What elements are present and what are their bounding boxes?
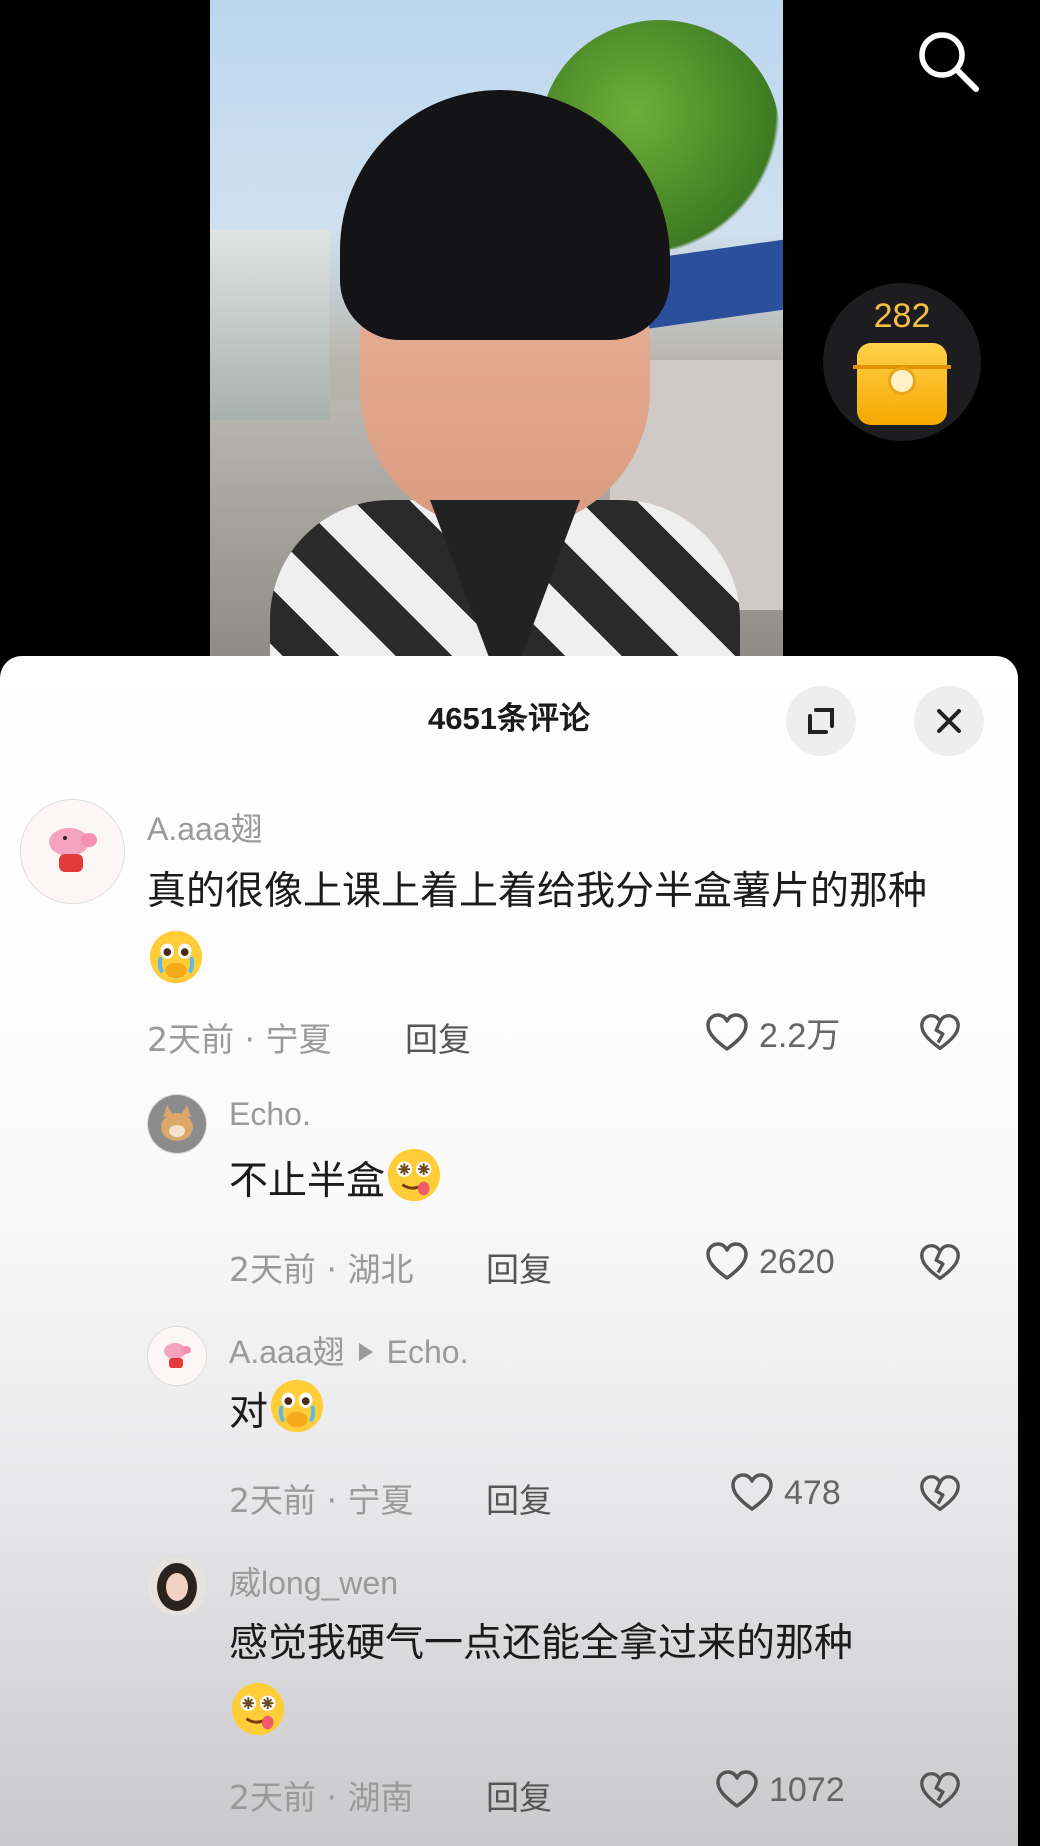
broken-heart-icon[interactable] [917,1471,963,1517]
comment-text: 感觉我硬气一点还能全拿过来的那种 [229,1608,969,1752]
comment-time: 2天前 [229,1778,316,1817]
broken-heart-icon[interactable] [917,1768,963,1814]
crying-emoji [268,1377,326,1435]
heart-icon [728,1469,776,1517]
video-frame[interactable] [210,0,783,656]
like-button[interactable]: 2.2万 [703,1008,840,1057]
reply-button[interactable]: 回复 [486,1771,552,1819]
comment-meta: 2天前 · 湖南 [229,1778,414,1817]
reply-button[interactable]: 回复 [486,1243,552,1291]
comment-username[interactable]: Echo. [229,1096,311,1133]
avatar[interactable] [147,1556,207,1616]
comment-meta: 2天前 · 湖北 [229,1250,414,1289]
comment-text-content: 对 [229,1390,269,1435]
comment-text-content: 感觉我硬气一点还能全拿过来的那种 [229,1621,854,1666]
avatar[interactable] [20,799,125,904]
like-button[interactable]: 2620 [703,1238,835,1286]
comment-location: 湖北 [347,1250,414,1289]
reply-to-username[interactable]: Echo. [387,1334,469,1370]
comment-location: 宁夏 [265,1020,332,1059]
comment-time: 2天前 [229,1250,316,1289]
comment-text-content: 真的很像上课上着上着给我分半盒薯片的那种 [147,869,928,914]
comments-count-title: 4651条评论 [428,701,590,736]
like-count: 2620 [759,1242,835,1281]
comment-username: A.aaa翅 Echo. [229,1327,468,1373]
reply-arrow-icon [358,1343,373,1361]
red-envelope-icon [853,343,951,425]
comment-text-content: 不止半盒 [229,1159,386,1204]
comment-username-text[interactable]: A.aaa翅 [229,1334,345,1370]
like-button[interactable]: 1072 [713,1766,845,1814]
avatar[interactable] [147,1094,207,1154]
search-button[interactable] [912,25,984,97]
coin-reward-widget[interactable]: 282 [823,283,981,441]
crying-emoji [147,928,205,986]
search-icon [919,32,979,92]
close-button[interactable] [914,686,984,756]
heart-icon [713,1766,761,1814]
comments-sheet: 4651条评论 A.aaa翅 真的很像上课上着上着给我分半盒薯片的那种 2天前 … [0,656,1018,1846]
comment-meta: 2天前 · 宁夏 [147,1020,332,1059]
peppa-pig-avatar-icon [148,1327,206,1385]
video-area[interactable]: 282 [0,0,1040,660]
like-count: 478 [784,1473,841,1512]
comment-text: 真的很像上课上着上着给我分半盒薯片的那种 [147,856,967,1000]
reply-button[interactable]: 回复 [405,1013,471,1061]
cat-avatar-icon [148,1095,206,1153]
comment-location: 湖南 [347,1778,414,1817]
comment-location: 宁夏 [347,1481,414,1520]
like-count: 1072 [769,1770,845,1809]
comment-text: 对 [229,1377,969,1449]
reply-button[interactable]: 回复 [486,1474,552,1522]
like-button[interactable]: 478 [728,1469,841,1517]
heart-icon [703,1238,751,1286]
drooling-emoji [229,1680,287,1738]
coin-count: 282 [873,297,931,335]
comment-meta: 2天前 · 宁夏 [229,1481,414,1520]
broken-heart-icon[interactable] [917,1010,963,1056]
comment-username[interactable]: A.aaa翅 [147,804,263,850]
peppa-pig-avatar-icon [21,800,124,903]
video-building [210,230,330,420]
expand-button[interactable] [786,686,856,756]
envelope-seal [888,367,916,395]
drooling-emoji [385,1146,443,1204]
heart-icon [703,1009,751,1057]
avatar[interactable] [147,1326,207,1386]
like-count: 2.2万 [759,1017,841,1055]
broken-heart-icon[interactable] [917,1240,963,1286]
comment-time: 2天前 [147,1020,234,1059]
comment-text: 不止半盒 [229,1146,969,1218]
comment-username[interactable]: 威long_wen [229,1558,398,1604]
expand-icon [808,708,834,734]
close-icon [937,709,961,733]
comment-time: 2天前 [229,1481,316,1520]
girl-avatar-icon [148,1557,206,1615]
